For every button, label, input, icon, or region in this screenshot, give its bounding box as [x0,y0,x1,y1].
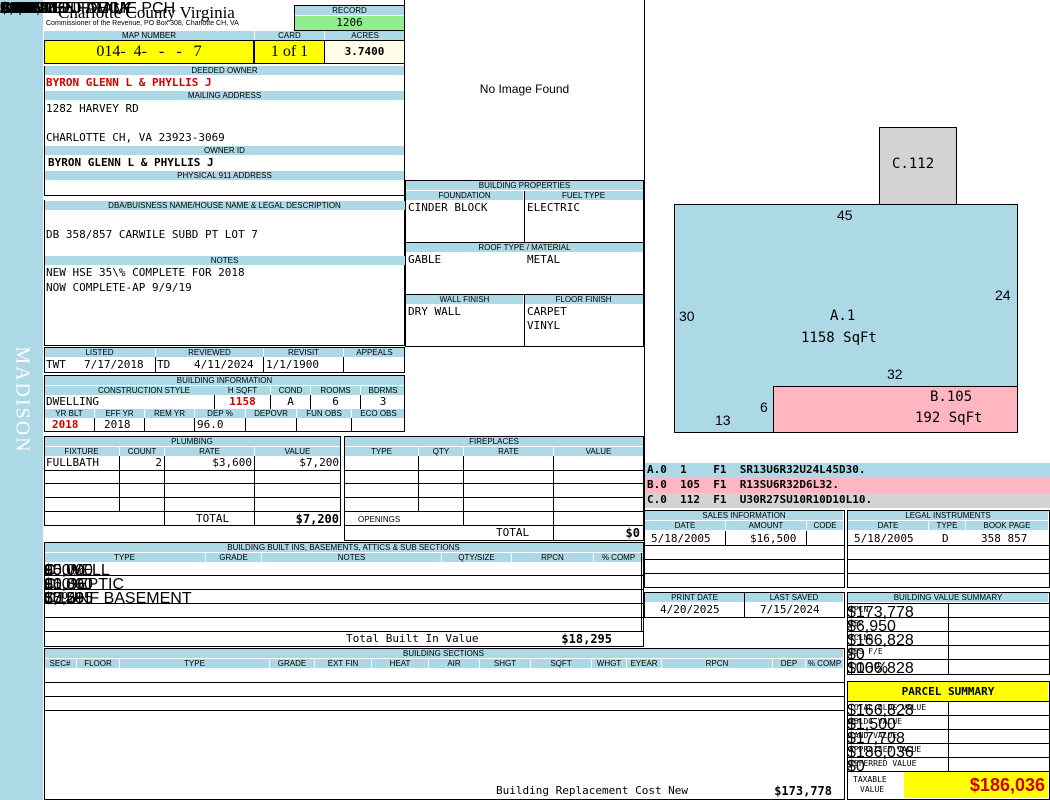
sketch-c-label: C.112 [892,156,935,172]
record-label: RECORD [295,6,404,15]
map-number: 014- 4- - - 7 [44,40,254,64]
owner-id-label: OWNER ID [44,146,405,155]
legend-row-a: A.0 1 F1 SR13U6R32U24L45D30. [645,463,1050,478]
dba-label: DBA/BUISNESS NAME/HOUSE NAME & LEGAL DES… [44,201,405,210]
sketch-dim-notch: 6 [760,399,768,415]
map-number-label: MAP NUMBER [44,31,254,40]
sketch-dim-mid: 32 [887,366,903,382]
notes-line-2: NOW COMPLETE-AP 9/9/19 [46,281,192,294]
sketch-dim-left: 30 [679,308,695,324]
deeded-owner: BYRON GLENN L & PHYLLIS J [46,76,212,89]
sketch-dim-right: 24 [995,287,1011,303]
sketch-dim-top: 45 [837,207,853,223]
acres-value: 3.7400 [324,40,405,64]
card-label: CARD [255,31,324,40]
sketch-dim-bottom-left: 13 [715,412,731,428]
mailing-address-label: MAILING ADDRESS [44,91,405,100]
sketch-a-label: A.1 [830,308,856,324]
record-value: 1206 [295,16,404,30]
deeded-owner-label: DEEDED OWNER [44,66,405,75]
owner-id: BYRON GLENN L & PHYLLIS J [48,156,214,169]
notes-line-1: NEW HSE 35\% COMPLETE FOR 2018 [46,266,245,279]
acres-label: ACRES [325,31,405,40]
sketch-area: C.112 45 24 30 A.1 1158 SqFt 32 13 6 B.1… [645,0,1050,462]
commissioner-line: Commissioner of the Revenue, PO Box 308,… [46,20,239,27]
mailing-line-1: 1282 HARVEY RD [46,102,139,115]
legend-row-c: C.0 112 F1 U30R27SU10R10D10L10. [645,493,1050,508]
side-label: MADISON [11,346,34,454]
sketch-b-label: B.105 [930,389,973,405]
sketch-b-sqft: 192 SqFt [915,410,983,426]
section-comp: 100% [0,0,41,17]
sketch-a-sqft: 1158 SqFt [801,330,877,346]
legend-row-b: B.0 105 F1 R13SU6R32D6L32. [645,478,1050,493]
notes-label: NOTES [44,256,405,265]
legal-description: DB 358/857 CARWILE SUBD PT LOT 7 [46,228,258,241]
physical-address-label: PHYSICAL 911 ADDRESS [44,171,405,180]
mailing-line-2: CHARLOTTE CH, VA 23923-3069 [46,131,225,144]
image-placeholder: No Image Found [479,82,570,96]
card-value: 1 of 1 [254,40,325,64]
